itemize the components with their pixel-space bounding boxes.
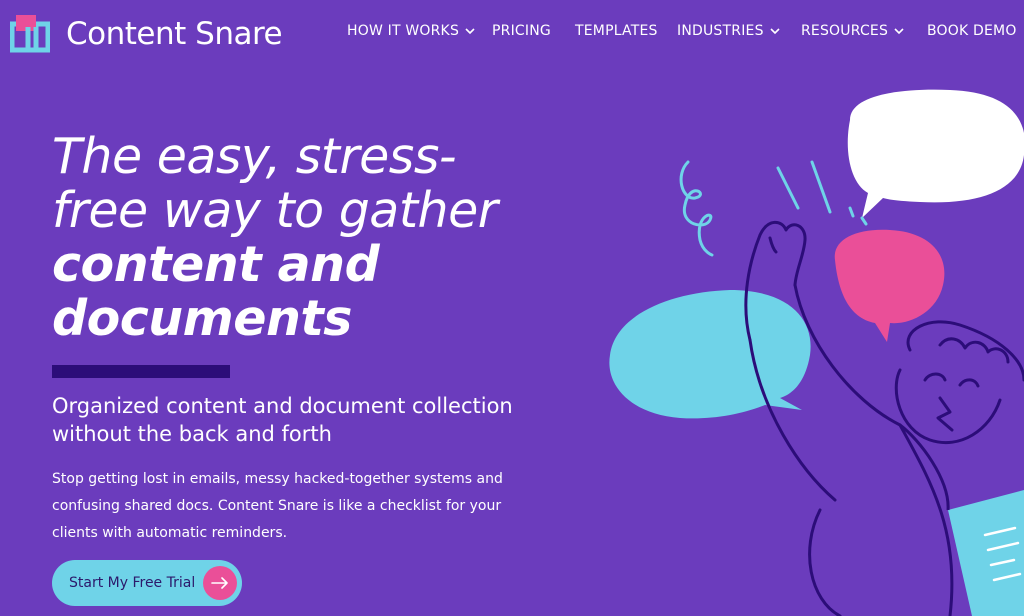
hero-subheading: Organized content and document collectio… (52, 392, 572, 448)
cta-label: Start My Free Trial (69, 575, 196, 591)
headline-line-2: free way to gather (52, 182, 498, 239)
nav-label: BOOK DEMO (927, 23, 1017, 39)
hero-description: Stop getting lost in emails, messy hacke… (52, 466, 532, 547)
nav-how-it-works[interactable]: HOW IT WORKS (347, 23, 475, 39)
speech-bubble-pink-icon (834, 229, 945, 342)
arrow-right-icon (203, 566, 237, 600)
nav-industries[interactable]: INDUSTRIES (677, 23, 780, 39)
main-nav: HOW IT WORKS PRICING TEMPLATES INDUSTRIE… (0, 23, 1024, 43)
chevron-down-icon (770, 28, 780, 35)
subhead-line-2: without the back and forth (52, 422, 332, 446)
headline-line-4: documents (52, 290, 352, 347)
chevron-down-icon (465, 28, 475, 35)
body-line-1: Stop getting lost in emails, messy hacke… (52, 471, 503, 487)
hero-headline: The easy, stress- free way to gather con… (52, 130, 612, 346)
nav-label: HOW IT WORKS (347, 23, 460, 39)
headline-line-1: The easy, stress- (52, 128, 457, 185)
speech-bubble-white-icon (847, 89, 1024, 218)
body-line-2: confusing shared docs. Content Snare is … (52, 498, 502, 514)
headline-line-3: content and (52, 236, 380, 293)
chevron-down-icon (894, 28, 904, 35)
nav-pricing[interactable]: PRICING (492, 23, 551, 39)
body-line-3: clients with automatic reminders. (52, 525, 288, 541)
nav-templates[interactable]: TEMPLATES (575, 23, 658, 39)
site-header: Content Snare HOW IT WORKS PRICING TEMPL… (0, 0, 1024, 66)
nav-resources[interactable]: RESOURCES (801, 23, 904, 39)
document-icon (899, 423, 1024, 616)
subhead-line-1: Organized content and document collectio… (52, 394, 513, 418)
start-free-trial-button[interactable]: Start My Free Trial (52, 560, 242, 606)
speech-bubble-cyan-icon (609, 290, 811, 419)
hero-illustration (609, 89, 1024, 616)
nav-label: TEMPLATES (575, 23, 658, 39)
doodle-lines (679, 160, 868, 257)
nav-book-demo[interactable]: BOOK DEMO (927, 23, 1017, 39)
nav-label: PRICING (492, 23, 551, 39)
nav-label: INDUSTRIES (677, 23, 764, 39)
nav-label: RESOURCES (801, 23, 889, 39)
headline-underline-divider (52, 365, 230, 378)
